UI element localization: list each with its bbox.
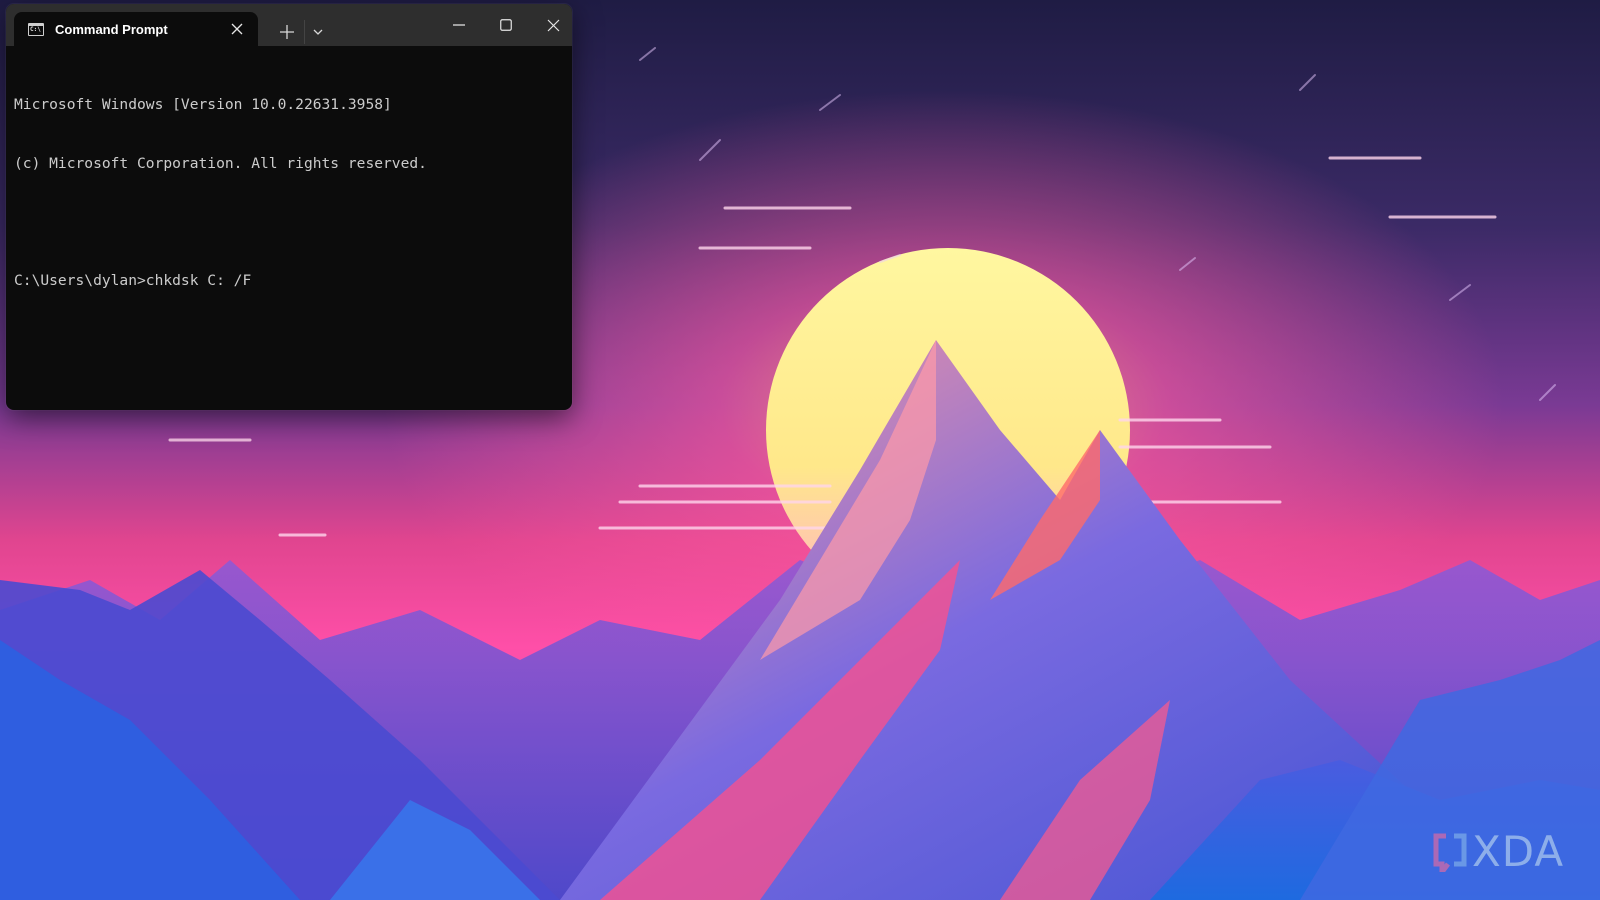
close-icon (547, 19, 559, 31)
chevron-down-icon (313, 29, 323, 35)
terminal-output[interactable]: Microsoft Windows [Version 10.0.22631.39… (6, 46, 572, 339)
xda-logo-icon (1433, 833, 1467, 872)
tab-dropdown-button[interactable] (306, 19, 330, 45)
terminal-line: Microsoft Windows [Version 10.0.22631.39… (14, 96, 392, 113)
minimize-icon (453, 24, 465, 26)
xda-watermark: XDA (1432, 827, 1565, 876)
command-prompt-window[interactable]: C:\ Command Prompt Microsoft Windows [Ve… (6, 4, 572, 410)
tab-divider (304, 20, 305, 44)
plus-icon (280, 25, 294, 39)
xda-text: XDA (1472, 827, 1565, 876)
tab-title: Command Prompt (55, 21, 168, 37)
terminal-line: (c) Microsoft Corporation. All rights re… (14, 154, 427, 172)
terminal-command-line: C:\Users\dylan>chkdsk C: /F (14, 271, 252, 289)
close-window-button[interactable] (530, 4, 572, 46)
maximize-icon (500, 19, 512, 31)
title-bar[interactable]: C:\ Command Prompt (6, 4, 572, 46)
maximize-button[interactable] (483, 4, 529, 46)
tab-close-button[interactable] (226, 18, 248, 40)
tab-command-prompt[interactable]: C:\ Command Prompt (14, 12, 258, 46)
minimize-button[interactable] (436, 4, 482, 46)
new-tab-button[interactable] (272, 17, 302, 47)
close-icon (231, 23, 243, 35)
cmd-icon: C:\ (28, 22, 44, 36)
